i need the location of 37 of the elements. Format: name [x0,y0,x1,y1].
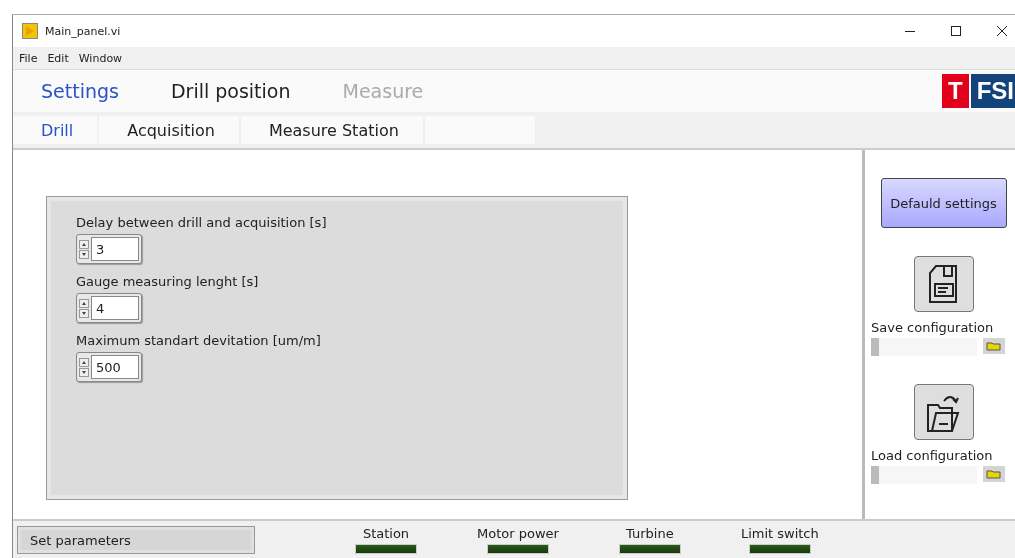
indicator-label: Station [362,526,410,541]
tab[interactable]: Acquisition [99,116,239,144]
field-label: Maximum standart devitation [um/m] [76,333,321,348]
numeric-field[interactable]: 3 [76,234,142,264]
path-field[interactable] [871,466,977,484]
app-icon [22,23,38,39]
increment-icon[interactable] [79,239,89,249]
field-label: Delay between drill and acquisition [s] [76,215,327,230]
default-settings-button[interactable]: Defauld settings [880,178,1007,228]
field-label: Save configuration [871,320,994,335]
decrement-icon[interactable] [79,367,89,377]
field-label: Load configuration [871,448,993,463]
maximize-icon[interactable] [950,25,962,37]
tab[interactable]: Settings [13,80,143,102]
numeric-field[interactable]: 500 [76,352,142,382]
increment-icon[interactable] [79,357,89,367]
load-button[interactable] [913,384,974,440]
indicator-label: Limit switch [740,526,819,541]
indicator-label: Turbine [626,526,674,541]
numeric-field[interactable]: 4 [76,293,142,323]
menu-item[interactable]: Window [78,51,123,65]
tab[interactable]: Drill position [142,80,315,102]
path-field[interactable] [871,338,977,356]
indicator-label: Motor power [477,526,559,541]
tab[interactable]: Measure Station [240,116,423,144]
increment-icon[interactable] [79,298,89,308]
save-button[interactable] [913,256,974,312]
decrement-icon[interactable] [79,249,89,259]
logo: T FSI [942,74,1015,108]
tab[interactable]: Drill [13,116,98,144]
field-label: Gauge measuring lenght [s] [76,274,259,289]
menu-item[interactable]: Edit [47,51,69,65]
decrement-icon[interactable] [79,308,89,318]
status-field: Set parameters [17,526,255,554]
menu-item[interactable]: File [19,51,38,65]
close-icon[interactable] [996,25,1008,37]
window-title: Main_panel.vi [45,24,121,38]
